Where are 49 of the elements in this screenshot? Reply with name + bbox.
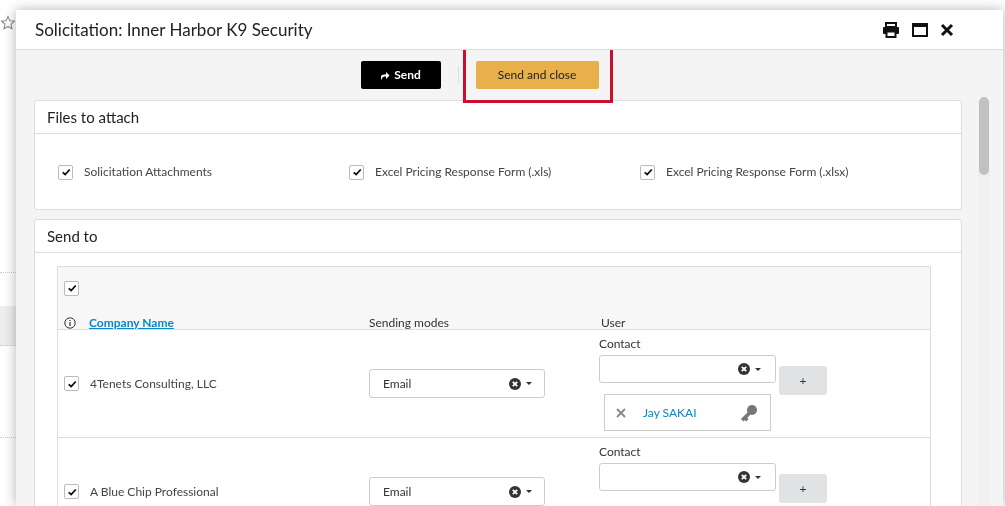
checkmark-icon [60,167,71,177]
caret-icon[interactable] [526,382,532,385]
field-label: Contact [599,337,642,351]
checkmark-icon [642,167,653,177]
checkmark-icon [66,283,77,293]
checkbox[interactable] [64,376,79,391]
checkmark-icon [66,378,77,389]
clear-icon[interactable] [509,377,521,390]
table-cell: A Blue Chip Professional [90,482,219,501]
send-and-close-button[interactable]: Send and close [475,61,599,89]
checkbox[interactable] [64,280,79,296]
window-title: Solicitation: Inner Harbor K9 Security [35,17,314,42]
checkbox[interactable] [640,164,655,180]
checkbox-label: Excel Pricing Response Form (.xls) [375,163,552,181]
sending-mode-select[interactable]: Email [369,477,545,506]
key-icon [740,403,758,422]
caret-icon[interactable] [526,490,532,493]
column-header: User [600,314,627,332]
sort-column-link[interactable]: Company Name [89,314,174,332]
add-contact-button[interactable]: + [779,474,827,503]
table-cell: 4Tenets Consulting, LLC [90,374,217,393]
info-icon[interactable] [64,317,76,329]
field-label: Contact [599,445,642,459]
checkmark-icon [66,486,77,497]
clear-icon[interactable] [509,485,521,498]
maximize-icon[interactable] [912,22,928,37]
contact-link[interactable]: Jay SAKAI [643,403,740,422]
star-icon[interactable] [0,15,16,31]
clear-icon[interactable] [738,471,750,483]
send-button[interactable]: Send [360,61,441,89]
clear-icon[interactable] [738,363,750,375]
checkbox-label: Solicitation Attachments [84,163,213,181]
remove-icon[interactable] [616,407,626,418]
checkbox[interactable] [349,164,364,180]
column-header: Sending modes [368,314,451,332]
caret-icon[interactable] [755,367,761,371]
checkbox[interactable] [64,484,79,499]
panel-title: Send to [47,225,98,247]
scrollbar-thumb[interactable] [979,97,989,175]
print-icon[interactable] [882,21,900,38]
reply-arrow-icon [380,70,391,80]
sending-mode-select[interactable]: Email [369,369,545,398]
checkbox-label: Excel Pricing Response Form (.xlsx) [666,163,849,181]
panel-title: Files to attach [47,106,140,128]
checkmark-icon [351,167,362,177]
close-icon[interactable] [940,22,954,37]
add-contact-button[interactable]: + [779,366,827,395]
caret-icon[interactable] [755,475,761,479]
checkbox[interactable] [58,164,73,180]
